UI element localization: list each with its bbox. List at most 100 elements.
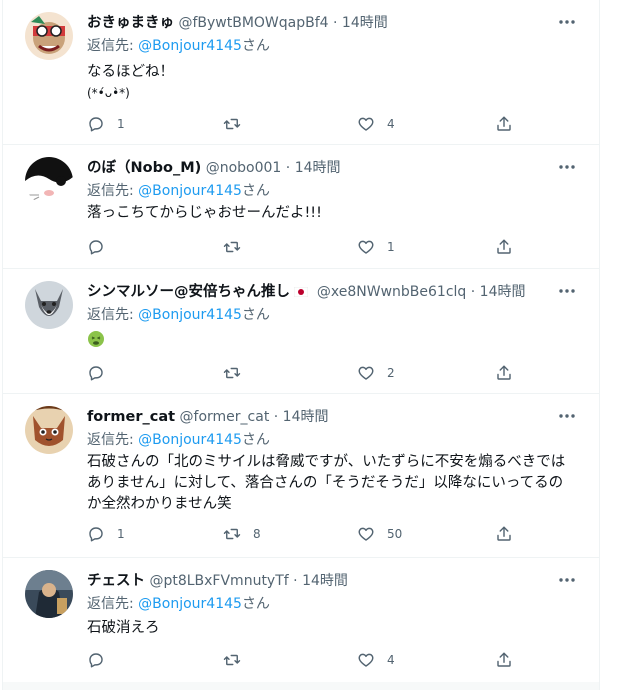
timestamp[interactable]: 14時間 (342, 15, 388, 31)
reply-prefix: 返信先: (87, 596, 139, 612)
reply-context: 返信先: @Bonjour4145さん (87, 305, 270, 325)
tweet-actions: 2 (87, 363, 517, 383)
reply-button[interactable] (87, 363, 117, 383)
reply-button[interactable]: 1 (87, 524, 125, 544)
user-handle[interactable]: @pt8LBxFVmnutyTf (149, 573, 288, 589)
user-handle[interactable]: @fBywtBMOWqapBf4 (178, 15, 328, 31)
tweet-text-line: ありません」に対して、落合さんの「そうだそうだ」以降なにいってるの (87, 475, 564, 491)
user-handle[interactable]: @former_cat (180, 409, 270, 425)
tweet-text: 石破消えろ (87, 618, 587, 639)
tweet-text (87, 329, 587, 350)
avatar[interactable] (25, 570, 73, 618)
separator-dot: · (333, 15, 338, 31)
reply-prefix: 返信先: (87, 307, 139, 323)
tweet-text-line: か全然わかりません笑 (87, 496, 232, 512)
display-name[interactable]: おきゅまきゅ (87, 15, 174, 31)
heart-icon (358, 653, 374, 667)
retweet-button[interactable] (223, 114, 253, 134)
like-count: 50 (387, 527, 403, 541)
user-handle[interactable]: @nobo001 (206, 160, 282, 176)
reply-button[interactable] (87, 237, 117, 257)
reply-button[interactable]: 1 (87, 114, 125, 134)
share-button[interactable] (495, 114, 513, 134)
reply-mention-link[interactable]: @Bonjour4145 (138, 432, 242, 448)
share-icon (497, 116, 511, 131)
heart-icon (358, 366, 374, 380)
retweet-button[interactable] (223, 650, 253, 670)
timestamp[interactable]: 14時間 (283, 409, 329, 425)
tweet-header: チェスト @pt8LBxFVmnutyTf · 14時間 (87, 570, 559, 592)
more-options-icon[interactable] (557, 408, 577, 424)
avatar[interactable] (25, 157, 73, 205)
tweet[interactable]: のぼ（Nobo_M) @nobo001 · 14時間 返信先: @Bonjour… (3, 145, 599, 269)
reply-suffix: さん (241, 307, 270, 323)
tweet-text-line: 落っこちてからじゃおせーんだよ!!! (87, 205, 322, 221)
share-button[interactable] (495, 237, 513, 257)
reply-context: 返信先: @Bonjour4145さん (87, 36, 270, 56)
reply-prefix: 返信先: (87, 38, 139, 54)
tweet-header: おきゅまきゅ @fBywtBMOWqapBf4 · 14時間 (87, 12, 559, 34)
retweet-button[interactable] (223, 237, 253, 257)
more-options-icon[interactable] (557, 283, 577, 299)
heart-icon (358, 117, 374, 131)
retweet-count: 8 (253, 527, 261, 541)
timestamp[interactable]: 14時間 (302, 573, 348, 589)
timestamp[interactable]: 14時間 (480, 284, 526, 300)
share-button[interactable] (495, 650, 513, 670)
reply-mention-link[interactable]: @Bonjour4145 (138, 307, 242, 323)
nauseated-face-icon (87, 330, 105, 348)
more-options-icon[interactable] (557, 572, 577, 588)
reply-mention-link[interactable]: @Bonjour4145 (138, 38, 242, 54)
retweet-icon (223, 654, 241, 666)
like-button[interactable]: 4 (357, 650, 395, 670)
reply-suffix: さん (241, 432, 270, 448)
retweet-button[interactable]: 8 (223, 524, 261, 544)
like-button[interactable]: 4 (357, 114, 395, 134)
more-options-icon[interactable] (557, 14, 577, 30)
display-name[interactable]: チェスト (87, 573, 145, 589)
heart-icon (358, 240, 374, 254)
like-button[interactable]: 2 (357, 363, 395, 383)
reply-count: 1 (117, 117, 125, 131)
share-button[interactable] (495, 363, 513, 383)
tweet[interactable]: おきゅまきゅ @fBywtBMOWqapBf4 · 14時間 返信先: @Bon… (3, 0, 599, 145)
like-button[interactable]: 1 (357, 237, 395, 257)
avatar[interactable] (25, 406, 73, 454)
timeline-bottom-separator (3, 682, 599, 690)
display-name[interactable]: のぼ（Nobo_M) (87, 160, 201, 176)
reply-icon (89, 117, 103, 132)
avatar[interactable] (25, 12, 73, 60)
tweet-text-line: なるほどね！ (87, 64, 174, 80)
tweet-actions: 1 4 (87, 114, 517, 134)
tweet-text: 落っこちてからじゃおせーんだよ!!! (87, 203, 587, 224)
retweet-button[interactable] (223, 363, 253, 383)
retweet-icon (223, 118, 241, 130)
like-count: 4 (387, 653, 395, 667)
separator-dot: · (470, 284, 476, 300)
reply-mention-link[interactable]: @Bonjour4145 (138, 596, 242, 612)
share-icon (497, 652, 511, 667)
reply-mention-link[interactable]: @Bonjour4145 (138, 183, 242, 199)
like-button[interactable]: 50 (357, 524, 402, 544)
share-icon (497, 526, 511, 541)
timestamp[interactable]: 14時間 (295, 160, 341, 176)
share-icon (497, 239, 511, 254)
user-handle[interactable]: @xe8NWwnbBe61clq (317, 284, 466, 300)
japan-flag-icon (294, 286, 309, 298)
retweet-icon (223, 367, 241, 379)
reply-context: 返信先: @Bonjour4145さん (87, 181, 270, 201)
tweet-text-line: 石破消えろ (87, 620, 160, 636)
display-name[interactable]: former_cat (87, 409, 175, 425)
tweet-actions: 1 (87, 237, 517, 257)
reply-count: 1 (117, 527, 125, 541)
tweet-text-line: (*•́ᴗ•̀*) (87, 86, 130, 100)
tweet[interactable]: シンマルソー@安倍ちゃん推し @xe8NWwnbBe61clq · 14時間 返… (3, 269, 599, 394)
tweet-actions: 1 8 50 (87, 524, 517, 544)
share-button[interactable] (495, 524, 513, 544)
tweet[interactable]: former_cat @former_cat · 14時間 返信先: @Bonj… (3, 394, 599, 558)
reply-button[interactable] (87, 650, 117, 670)
avatar[interactable] (25, 281, 73, 329)
display-name[interactable]: シンマルソー@安倍ちゃん推し (87, 284, 290, 300)
tweet[interactable]: チェスト @pt8LBxFVmnutyTf · 14時間 返信先: @Bonjo… (3, 558, 599, 682)
more-options-icon[interactable] (557, 159, 577, 175)
